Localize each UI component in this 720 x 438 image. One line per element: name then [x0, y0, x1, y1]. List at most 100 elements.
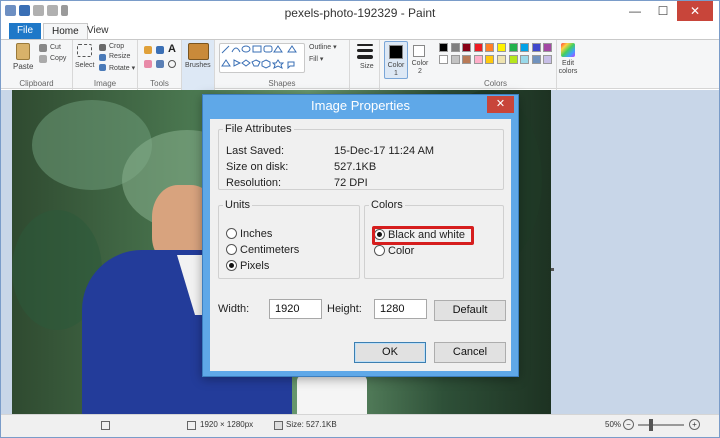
palette-swatch[interactable]: [531, 43, 541, 52]
colors-color-option[interactable]: Color: [374, 245, 414, 257]
default-button[interactable]: Default: [434, 300, 506, 321]
zoom-out-icon[interactable]: −: [623, 419, 634, 430]
last-saved-value: 15-Dec-17 11:24 AM: [334, 145, 435, 157]
resize-icon[interactable]: [99, 54, 106, 61]
width-input[interactable]: 1920: [269, 299, 322, 319]
color2-swatch[interactable]: [413, 45, 425, 57]
palette-swatch[interactable]: [473, 43, 483, 52]
tab-file[interactable]: File: [9, 23, 41, 39]
palette-swatch[interactable]: [520, 55, 530, 64]
palette-swatch[interactable]: [439, 55, 448, 64]
palette-swatch[interactable]: [439, 43, 448, 52]
radio-inches[interactable]: [226, 228, 237, 239]
palette-swatch[interactable]: [473, 55, 483, 64]
radio-pixels[interactable]: [226, 260, 237, 271]
ok-button[interactable]: OK: [354, 342, 426, 363]
zoom-slider-thumb[interactable]: [649, 419, 653, 431]
units-centimeters-option[interactable]: Centimeters: [226, 244, 299, 256]
minimize-button[interactable]: —: [621, 1, 649, 21]
brushes-button[interactable]: Brushes: [182, 40, 215, 90]
cut-icon[interactable]: [39, 44, 47, 52]
size-on-disk-label: Size on disk:: [226, 161, 289, 173]
paste-button[interactable]: Paste: [13, 62, 33, 71]
fill-dropdown[interactable]: Fill ▾: [309, 55, 323, 63]
paint-window: pexels-photo-192329 - Paint — ☐ ✕ File H…: [0, 0, 720, 438]
file-size: Size: 527.1KB: [286, 420, 337, 429]
tab-view[interactable]: View: [79, 23, 117, 39]
radio-centimeters[interactable]: [226, 244, 237, 255]
palette-swatch[interactable]: [462, 55, 472, 64]
palette-swatch[interactable]: [497, 55, 506, 64]
palette-swatch[interactable]: [485, 43, 495, 52]
select-icon[interactable]: [77, 44, 92, 57]
zoom-slider[interactable]: [638, 424, 684, 426]
clipboard-label: Clipboard: [19, 79, 54, 88]
palette-swatch[interactable]: [450, 43, 460, 52]
shapes-gallery[interactable]: [219, 43, 305, 73]
rotate-icon[interactable]: [99, 64, 106, 71]
magnifier-icon[interactable]: [168, 60, 176, 68]
palette-swatch[interactable]: [543, 55, 553, 64]
eraser-icon[interactable]: [144, 60, 152, 68]
brushes-icon: [188, 43, 209, 60]
outline-dropdown[interactable]: Outline ▾: [309, 43, 337, 51]
color1-button[interactable]: Color 1: [384, 41, 408, 79]
tools-group: A Tools: [138, 40, 182, 90]
pencil-icon[interactable]: [144, 46, 152, 54]
maximize-button[interactable]: ☐: [649, 1, 677, 21]
edit-colors-button[interactable]: Edit colors: [557, 40, 579, 90]
dialog-body: File Attributes Last Saved: 15-Dec-17 11…: [210, 119, 511, 371]
colors-palette: Colors: [435, 40, 557, 90]
last-saved-label: Last Saved:: [226, 145, 285, 157]
select-button[interactable]: Select: [75, 62, 94, 69]
shapes-group: Outline ▾ Fill ▾ Shapes: [215, 40, 350, 90]
color-picker-icon[interactable]: [156, 60, 164, 68]
palette-swatch[interactable]: [520, 43, 530, 52]
units-inches-option[interactable]: Inches: [226, 228, 272, 240]
cursor-position-icon: [101, 421, 110, 430]
palette-swatch[interactable]: [485, 55, 495, 64]
copy-icon[interactable]: [39, 55, 47, 63]
palette-swatch[interactable]: [450, 55, 460, 64]
text-tool-icon[interactable]: A: [168, 43, 176, 55]
zoom-level: 50%: [605, 420, 622, 429]
size-button[interactable]: Size: [350, 40, 380, 90]
shapes-label: Shapes: [268, 79, 296, 88]
color2-label[interactable]: Color 2: [411, 60, 429, 76]
disk-icon: [274, 421, 283, 430]
crop-button[interactable]: Crop: [109, 43, 124, 50]
colors-legend: Colors: [371, 199, 403, 211]
clipboard-group: Paste Cut Copy Clipboard: [1, 40, 73, 90]
pixels-label: Pixels: [240, 260, 270, 272]
close-button[interactable]: ✕: [677, 1, 713, 21]
zoom-in-icon[interactable]: +: [689, 419, 700, 430]
crop-icon[interactable]: [99, 44, 106, 51]
resize-button[interactable]: Resize: [109, 53, 130, 60]
dialog-close-button[interactable]: ✕: [487, 96, 514, 113]
ribbon-tabs: File Home View: [1, 23, 719, 40]
copy-button[interactable]: Copy: [50, 55, 66, 62]
width-label: Width:: [218, 303, 250, 315]
file-attributes-legend: File Attributes: [225, 123, 292, 135]
height-input[interactable]: 1280: [374, 299, 427, 319]
cut-button[interactable]: Cut: [50, 44, 61, 51]
palette-swatch[interactable]: [508, 55, 518, 64]
units-pixels-option[interactable]: Pixels: [226, 260, 269, 272]
dialog-title: Image Properties: [311, 98, 410, 113]
height-label: Height:: [327, 303, 362, 315]
radio-color[interactable]: [374, 245, 385, 256]
paste-icon[interactable]: [16, 43, 30, 60]
ribbon: Paste Cut Copy Clipboard Select Crop Res…: [1, 39, 719, 90]
fill-bucket-icon[interactable]: [156, 46, 164, 54]
cancel-button[interactable]: Cancel: [434, 342, 506, 363]
rotate-button[interactable]: Rotate ▾: [109, 64, 135, 72]
palette-swatch[interactable]: [462, 43, 472, 52]
tools-label: Tools: [150, 79, 169, 88]
palette-swatch[interactable]: [508, 43, 518, 52]
palette-swatch[interactable]: [497, 43, 506, 52]
palette-swatch[interactable]: [531, 55, 541, 64]
centimeters-label: Centimeters: [240, 244, 300, 256]
highlight-box: [372, 226, 474, 245]
canvas-resize-handle[interactable]: [551, 268, 554, 271]
palette-swatch[interactable]: [543, 43, 553, 52]
